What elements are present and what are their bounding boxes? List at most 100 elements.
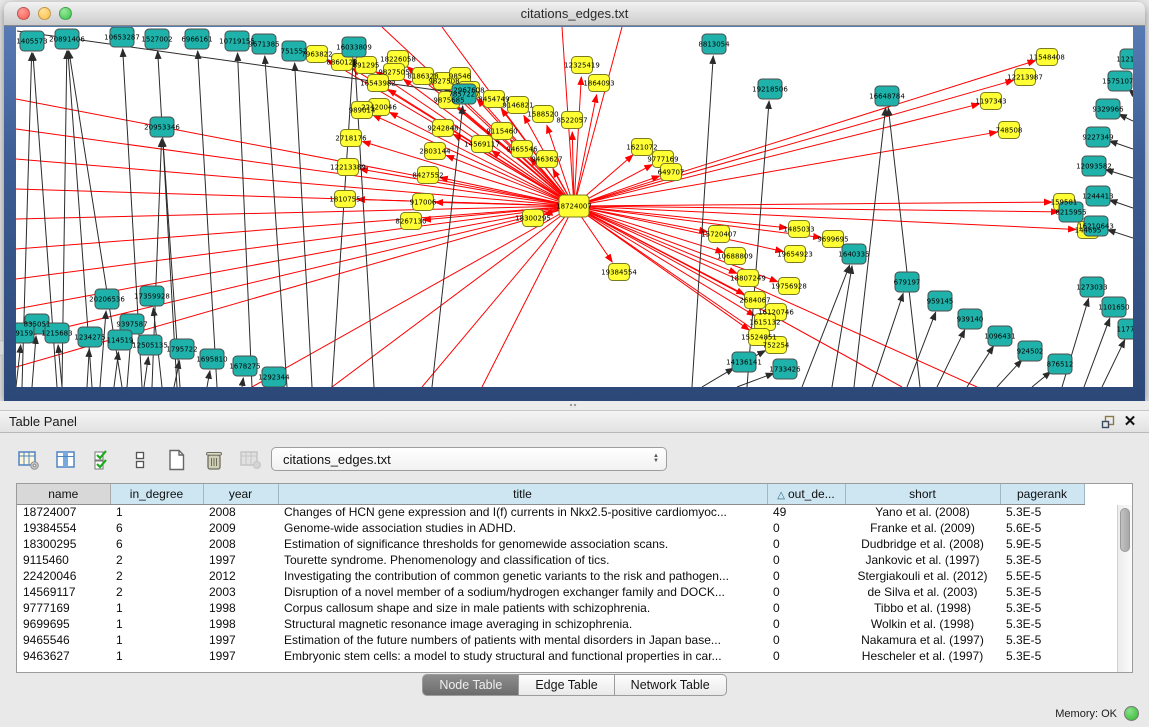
table-cell[interactable]: 9699695	[17, 616, 110, 632]
table-cell[interactable]: 1998	[203, 600, 278, 616]
network-canvas[interactable]: 1872400779638228860128891295182260589827…	[16, 27, 1133, 387]
table-cell[interactable]: 19384554	[17, 520, 110, 536]
table-cell[interactable]: 2008	[203, 536, 278, 552]
table-cell[interactable]: 5.3E-5	[1000, 600, 1084, 616]
table-cell[interactable]: 5.3E-5	[1000, 648, 1084, 664]
close-window-button[interactable]	[17, 7, 30, 20]
table-row[interactable]: 1938455462009Genome-wide association stu…	[17, 520, 1084, 536]
left-panel-collapse-handle[interactable]	[0, 340, 4, 356]
table-row[interactable]: 1456911722003Disruption of a novel membe…	[17, 584, 1084, 600]
column-header-short[interactable]: short	[845, 484, 1000, 504]
table-cell[interactable]: 2	[110, 552, 203, 568]
table-cell[interactable]: 9777169	[17, 600, 110, 616]
table-cell[interactable]: 5.3E-5	[1000, 504, 1084, 520]
table-cell[interactable]: 9463627	[17, 648, 110, 664]
table-cell[interactable]: Structural magnetic resonance image aver…	[278, 616, 767, 632]
table-cell[interactable]: Wolkin et al. (1998)	[845, 616, 1000, 632]
table-cell[interactable]: 0	[767, 584, 845, 600]
column-header-title[interactable]: title	[278, 484, 767, 504]
table-cell[interactable]: Embryonic stem cells: a model to study s…	[278, 648, 767, 664]
column-header-out_de[interactable]: △out_de...	[767, 484, 845, 504]
table-cell[interactable]: 5.9E-5	[1000, 536, 1084, 552]
table-cell[interactable]: Disruption of a novel member of a sodium…	[278, 584, 767, 600]
show-columns-icon[interactable]	[53, 447, 79, 473]
column-header-in_degree[interactable]: in_degree	[110, 484, 203, 504]
table-cell[interactable]: Nakamura et al. (1997)	[845, 632, 1000, 648]
table-cell[interactable]: 18300295	[17, 536, 110, 552]
table-cell[interactable]: 1	[110, 632, 203, 648]
table-cell[interactable]: 0	[767, 648, 845, 664]
table-cell[interactable]: 9115460	[17, 552, 110, 568]
column-header-pagerank[interactable]: pagerank	[1000, 484, 1084, 504]
table-cell[interactable]: 6	[110, 536, 203, 552]
table-cell[interactable]: 1	[110, 648, 203, 664]
window-titlebar[interactable]: citations_edges.txt	[4, 2, 1145, 26]
table-row[interactable]: 2242004622012Investigating the contribut…	[17, 568, 1084, 584]
table-cell[interactable]: 0	[767, 600, 845, 616]
table-cell[interactable]: 1	[110, 616, 203, 632]
table-cell[interactable]: 2	[110, 568, 203, 584]
table-cell[interactable]: Yano et al. (2008)	[845, 504, 1000, 520]
table-row[interactable]: 1830029562008Estimation of significance …	[17, 536, 1084, 552]
table-cell[interactable]: 18724007	[17, 504, 110, 520]
panel-divider[interactable]	[0, 401, 1149, 410]
table-scrollbar-thumb[interactable]	[1120, 508, 1130, 552]
table-row[interactable]: 946554611997Estimation of the future num…	[17, 632, 1084, 648]
table-cell[interactable]: 5.5E-5	[1000, 568, 1084, 584]
delete-table-icon[interactable]	[238, 447, 264, 473]
table-cell[interactable]: Investigating the contribution of common…	[278, 568, 767, 584]
minimize-window-button[interactable]	[38, 7, 51, 20]
table-cell[interactable]: 2003	[203, 584, 278, 600]
table-cell[interactable]: 22420046	[17, 568, 110, 584]
table-cell[interactable]: Franke et al. (2009)	[845, 520, 1000, 536]
zoom-window-button[interactable]	[59, 7, 72, 20]
table-row[interactable]: 946362711997Embryonic stem cells: a mode…	[17, 648, 1084, 664]
tab-edge-table[interactable]: Edge Table	[519, 674, 614, 696]
table-cell[interactable]: 2009	[203, 520, 278, 536]
table-row[interactable]: 1872400712008Changes of HCN gene express…	[17, 504, 1084, 520]
table-cell[interactable]: Corpus callosum shape and size in male p…	[278, 600, 767, 616]
table-cell[interactable]: 9465546	[17, 632, 110, 648]
float-panel-icon[interactable]	[1097, 413, 1119, 431]
table-cell[interactable]: 1998	[203, 616, 278, 632]
table-scrollbar[interactable]	[1117, 505, 1132, 672]
close-panel-icon[interactable]: ✕	[1119, 413, 1141, 431]
tab-node-table[interactable]: Node Table	[422, 674, 519, 696]
table-cell[interactable]: Jankovic et al. (1997)	[845, 552, 1000, 568]
table-cell[interactable]: Changes of HCN gene expression and I(f) …	[278, 504, 767, 520]
new-column-icon[interactable]	[164, 447, 190, 473]
table-cell[interactable]: Estimation of the future numbers of pati…	[278, 632, 767, 648]
table-cell[interactable]: 1	[110, 600, 203, 616]
table-cell[interactable]: 6	[110, 520, 203, 536]
table-cell[interactable]: de Silva et al. (2003)	[845, 584, 1000, 600]
table-cell[interactable]: Dudbridge et al. (2008)	[845, 536, 1000, 552]
table-cell[interactable]: Tibbo et al. (1998)	[845, 600, 1000, 616]
table-cell[interactable]: 0	[767, 632, 845, 648]
table-row[interactable]: 969969511998Structural magnetic resonanc…	[17, 616, 1084, 632]
tab-network-table[interactable]: Network Table	[615, 674, 727, 696]
table-cell[interactable]: Tourette syndrome. Phenomenology and cla…	[278, 552, 767, 568]
table-cell[interactable]: 1997	[203, 648, 278, 664]
table-cell[interactable]: 0	[767, 568, 845, 584]
table-cell[interactable]: 1	[110, 504, 203, 520]
table-cell[interactable]: 5.3E-5	[1000, 552, 1084, 568]
column-header-name[interactable]: name	[17, 484, 110, 504]
table-cell[interactable]: 5.3E-5	[1000, 632, 1084, 648]
table-cell[interactable]: 2012	[203, 568, 278, 584]
table-cell[interactable]: Estimation of significance thresholds fo…	[278, 536, 767, 552]
table-cell[interactable]: 5.3E-5	[1000, 584, 1084, 600]
table-cell[interactable]: 5.3E-5	[1000, 616, 1084, 632]
table-mode-icon[interactable]	[16, 447, 42, 473]
network-graph[interactable]: 1872400779638228860128891295182260589827…	[16, 27, 1133, 387]
table-row[interactable]: 911546021997Tourette syndrome. Phenomeno…	[17, 552, 1084, 568]
table-cell[interactable]: 5.6E-5	[1000, 520, 1084, 536]
table-cell[interactable]: 0	[767, 616, 845, 632]
table-cell[interactable]: Genome-wide association studies in ADHD.	[278, 520, 767, 536]
table-cell[interactable]: 0	[767, 552, 845, 568]
column-header-year[interactable]: year	[203, 484, 278, 504]
table-cell[interactable]: 14569117	[17, 584, 110, 600]
table-cell[interactable]: Stergiakouli et al. (2012)	[845, 568, 1000, 584]
delete-column-icon[interactable]	[201, 447, 227, 473]
table-cell[interactable]: Hescheler et al. (1997)	[845, 648, 1000, 664]
table-cell[interactable]: 0	[767, 536, 845, 552]
